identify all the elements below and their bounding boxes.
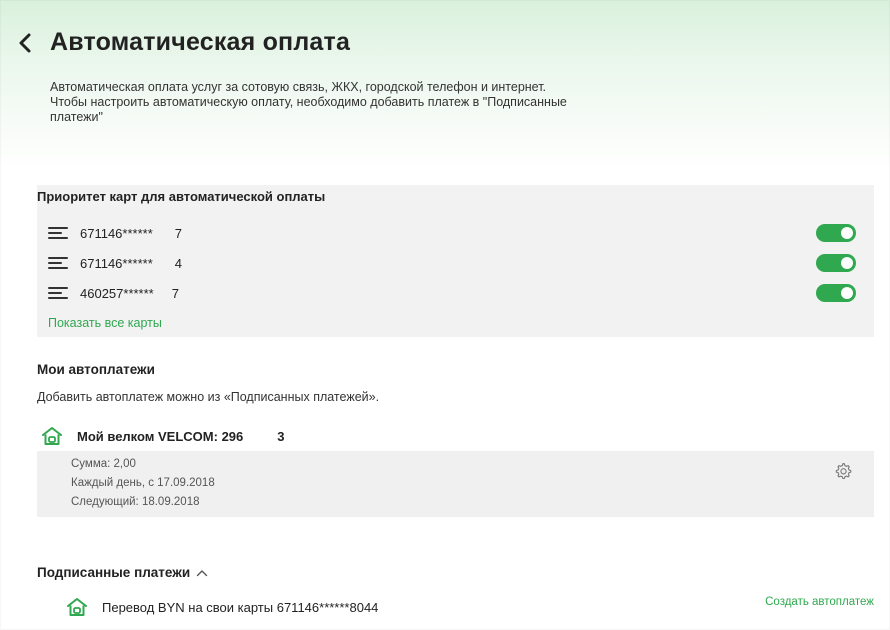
gear-icon[interactable] bbox=[834, 462, 852, 480]
autopayment-item[interactable]: Мой велком VELCOM: 296 3 bbox=[41, 425, 285, 447]
autopayment-details: Сумма: 2,00 Каждый день, с 17.09.2018 Сл… bbox=[37, 451, 874, 517]
page-description: Автоматическая оплата услуг за сотовую с… bbox=[50, 80, 567, 124]
auto-payment-screen: Автоматическая оплата Автоматическая опл… bbox=[0, 0, 890, 630]
card-number: 460257****** bbox=[80, 285, 154, 301]
autopayment-name-suffix: 3 bbox=[277, 428, 285, 444]
signed-payments-header[interactable]: Подписанные платежи bbox=[37, 565, 208, 580]
chevron-up-icon[interactable] bbox=[196, 569, 208, 577]
autopayment-schedule: Каждый день, с 17.09.2018 bbox=[71, 477, 215, 489]
card-priority-row: 671146****** 7 bbox=[48, 223, 868, 243]
card-number-suffix: 4 bbox=[174, 255, 183, 271]
autopayment-name: Мой велком VELCOM: 296 bbox=[77, 428, 244, 444]
card-number: 671146****** bbox=[80, 255, 153, 271]
card-enabled-toggle[interactable] bbox=[816, 254, 856, 272]
card-number: 671146****** bbox=[80, 225, 153, 241]
drag-handle-icon[interactable] bbox=[48, 256, 68, 270]
chevron-left-icon bbox=[19, 33, 31, 53]
autopayment-next: Следующий: 18.09.2018 bbox=[71, 496, 200, 508]
card-number-suffix: 7 bbox=[171, 285, 179, 301]
show-all-cards-link[interactable]: Показать все карты bbox=[48, 316, 162, 330]
create-autopayment-link[interactable]: Создать автоплатеж bbox=[765, 596, 874, 608]
page-title: Автоматическая оплата bbox=[50, 28, 351, 56]
card-priority-title: Приоритет карт для автоматической оплаты bbox=[37, 189, 326, 204]
back-button[interactable] bbox=[12, 30, 38, 56]
card-priority-panel: Приоритет карт для автоматической оплаты… bbox=[37, 185, 874, 337]
card-enabled-toggle[interactable] bbox=[816, 224, 856, 242]
signed-payment-item[interactable]: Перевод BYN на свои карты 671146******80… bbox=[66, 597, 378, 617]
autopayments-hint: Добавить автоплатеж можно из «Подписанны… bbox=[37, 390, 380, 404]
my-autopayments-title: Мои автоплатежи bbox=[37, 362, 155, 377]
drag-handle-icon[interactable] bbox=[48, 226, 68, 240]
card-number-suffix: 7 bbox=[174, 225, 183, 241]
card-enabled-toggle[interactable] bbox=[816, 284, 856, 302]
signed-payment-name: Перевод BYN на свои карты 671146******80… bbox=[102, 599, 379, 615]
autopayment-sum: Сумма: 2,00 bbox=[71, 458, 136, 470]
house-icon bbox=[42, 427, 62, 445]
drag-handle-icon[interactable] bbox=[48, 286, 68, 300]
house-icon bbox=[67, 598, 87, 616]
card-priority-row: 460257****** 7 bbox=[48, 283, 868, 303]
signed-payments-title: Подписанные платежи bbox=[37, 565, 191, 580]
card-priority-row: 671146****** 4 bbox=[48, 253, 868, 273]
